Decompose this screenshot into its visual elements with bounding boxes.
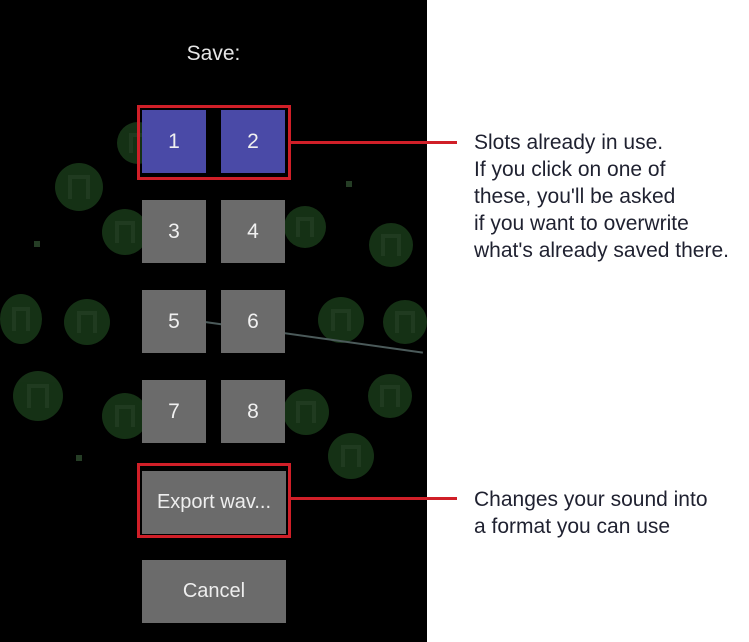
save-slot-4[interactable]: 4 xyxy=(221,200,285,263)
save-slot-7[interactable]: 7 xyxy=(142,380,206,443)
save-slot-2[interactable]: 2 xyxy=(221,110,285,173)
drum-icon xyxy=(318,297,364,343)
export-button-callout: Changes your sound into a format you can… xyxy=(474,488,708,538)
hand-icon xyxy=(383,300,427,344)
hand-icon xyxy=(369,223,413,267)
annotated-screenshot: Save: 1 2 3 4 5 6 7 8 Export wav... Canc… xyxy=(0,0,749,642)
cancel-button[interactable]: Cancel xyxy=(142,560,286,623)
save-slot-3[interactable]: 3 xyxy=(142,200,206,263)
used-slots-callout: Slots already in use. If you click on on… xyxy=(474,131,729,262)
cymbal-icon xyxy=(13,371,63,421)
used-slots-connector xyxy=(291,141,457,144)
save-slot-1[interactable]: 1 xyxy=(142,110,206,173)
drum-icon xyxy=(55,163,103,211)
background-dot xyxy=(76,455,82,461)
background-dot xyxy=(34,241,40,247)
export-button-connector xyxy=(291,497,457,500)
cymbal-icon xyxy=(0,294,42,344)
save-slot-8[interactable]: 8 xyxy=(221,380,285,443)
save-slot-5[interactable]: 5 xyxy=(142,290,206,353)
speaker-icon xyxy=(328,433,374,479)
drum-icon xyxy=(284,206,326,248)
dialog-title: Save: xyxy=(186,42,241,65)
save-slot-6[interactable]: 6 xyxy=(221,290,285,353)
save-dialog-screen: Save: 1 2 3 4 5 6 7 8 Export wav... Canc… xyxy=(0,0,427,642)
drum-icon xyxy=(283,389,329,435)
drum-icon xyxy=(64,299,110,345)
export-wav-button[interactable]: Export wav... xyxy=(142,471,286,534)
background-dot xyxy=(346,181,352,187)
guitar-icon xyxy=(368,374,412,418)
